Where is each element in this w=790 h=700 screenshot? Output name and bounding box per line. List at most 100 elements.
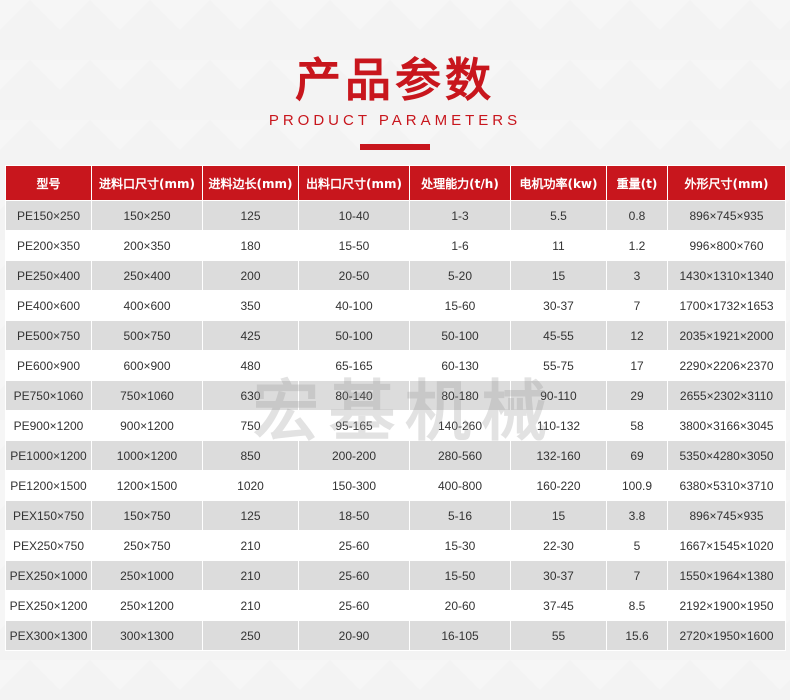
table-cell: 425 xyxy=(202,320,299,351)
table-row: PE150×250 150×250 125 10-40 1-3 5.5 0.8 896×745… xyxy=(5,200,786,231)
table-cell: 55-75 xyxy=(510,350,607,381)
table-cell: 2035×1921×2000 xyxy=(667,320,786,351)
table-cell: 850 xyxy=(202,440,299,471)
table-cell: 7 xyxy=(606,290,668,321)
table-cell: 15-50 xyxy=(409,560,511,591)
table-row: PEX250×1200 250×1200 210 25-60 20-60 37-45 8.5… xyxy=(5,590,786,621)
table-cell: PEX250×1200 xyxy=(5,590,92,621)
table-cell: PE250×400 xyxy=(5,260,92,291)
table-cell: 5-20 xyxy=(409,260,511,291)
table-row: PEX250×750 250×750 210 25-60 15-30 22-30 5 1667… xyxy=(5,530,786,561)
table-cell: 15.6 xyxy=(606,620,668,651)
table-cell: 160-220 xyxy=(510,470,607,501)
table-cell: 15 xyxy=(510,500,607,531)
table-cell: 250×400 xyxy=(91,260,203,291)
table-cell: PE750×1060 xyxy=(5,380,92,411)
table-row: PE600×900 600×900 480 65-165 60-130 55-75 17 22… xyxy=(5,350,786,381)
table-cell: 8.5 xyxy=(606,590,668,621)
table-cell: 250×1200 xyxy=(91,590,203,621)
table-cell: 30-37 xyxy=(510,560,607,591)
table-cell: 280-560 xyxy=(409,440,511,471)
table-cell: 15 xyxy=(510,260,607,291)
table-cell: 140-260 xyxy=(409,410,511,441)
table-cell: 750 xyxy=(202,410,299,441)
table-cell: 10-40 xyxy=(298,200,410,231)
table-cell: 7 xyxy=(606,560,668,591)
table-cell: PEX250×750 xyxy=(5,530,92,561)
table-cell: 90-110 xyxy=(510,380,607,411)
table-cell: 350 xyxy=(202,290,299,321)
table-cell: 125 xyxy=(202,500,299,531)
table-cell: 80-140 xyxy=(298,380,410,411)
table-cell: 45-55 xyxy=(510,320,607,351)
page-subtitle: PRODUCT PARAMETERS xyxy=(268,112,522,129)
table-cell: 150×750 xyxy=(91,500,203,531)
table-cell: 11 xyxy=(510,230,607,261)
table-cell: 250×750 xyxy=(91,530,203,561)
table-cell: 1020 xyxy=(202,470,299,501)
page-title: 产品参数 xyxy=(295,53,495,107)
table-cell: 17 xyxy=(606,350,668,381)
table-cell: 15-50 xyxy=(298,230,410,261)
table-cell: 50-100 xyxy=(298,320,410,351)
table-cell: 5350×4280×3050 xyxy=(667,440,786,471)
table-cell: PE400×600 xyxy=(5,290,92,321)
table-cell: 250×1000 xyxy=(91,560,203,591)
table-cell: PE200×350 xyxy=(5,230,92,261)
table-row: PE1200×1500 1200×1500 1020 150-300 400-800 16… xyxy=(5,470,786,501)
table-cell: 1550×1964×1380 xyxy=(667,560,786,591)
table-row: PEX250×1000 250×1000 210 25-60 15-50 30-37 7 15… xyxy=(5,560,786,591)
table-cell: PE150×250 xyxy=(5,200,92,231)
table-cell: 1-6 xyxy=(409,230,511,261)
table-cell: 60-130 xyxy=(409,350,511,381)
table-cell: 300×1300 xyxy=(91,620,203,651)
table-cell: 16-105 xyxy=(409,620,511,651)
table-cell: 1430×1310×1340 xyxy=(667,260,786,291)
table-cell: 210 xyxy=(202,530,299,561)
table-cell: 400-800 xyxy=(409,470,511,501)
table-cell: PE900×1200 xyxy=(5,410,92,441)
table-cell: 20-60 xyxy=(409,590,511,621)
table-cell: 25-60 xyxy=(298,590,410,621)
table-cell: 50-100 xyxy=(409,320,511,351)
table-cell: 996×800×760 xyxy=(667,230,786,261)
table-cell: 3800×3166×3045 xyxy=(667,410,786,441)
table-cell: 896×745×935 xyxy=(667,200,786,231)
table-cell: 69 xyxy=(606,440,668,471)
parameters-table: 型号 进料口尺寸(mm) 进料边长(mm) 出料口尺寸(mm) 处理能力(t/h) 电机功… xyxy=(5,165,786,651)
table-header-row: 型号 进料口尺寸(mm) 进料边长(mm) 出料口尺寸(mm) 处理能力(t/h) 电机功… xyxy=(5,165,786,201)
table-cell: 250 xyxy=(202,620,299,651)
table-cell: 5.5 xyxy=(510,200,607,231)
table-cell: 29 xyxy=(606,380,668,411)
column-header: 型号 xyxy=(5,165,92,201)
table-cell: 80-180 xyxy=(409,380,511,411)
table-row: PEX150×750 150×750 125 18-50 5-16 15 3.8 896×74… xyxy=(5,500,786,531)
table-cell: 25-60 xyxy=(298,560,410,591)
table-cell: 2720×1950×1600 xyxy=(667,620,786,651)
table-cell: 200-200 xyxy=(298,440,410,471)
table-cell: 500×750 xyxy=(91,320,203,351)
table-cell: PEX250×1000 xyxy=(5,560,92,591)
table-cell: 1.2 xyxy=(606,230,668,261)
column-header: 处理能力(t/h) xyxy=(409,165,511,201)
table-cell: PE600×900 xyxy=(5,350,92,381)
table-cell: 12 xyxy=(606,320,668,351)
column-header: 外形尺寸(mm) xyxy=(667,165,786,201)
table-row: PE1000×1200 1000×1200 850 200-200 280-560 132… xyxy=(5,440,786,471)
table-cell: 95-165 xyxy=(298,410,410,441)
table-cell: 2192×1900×1950 xyxy=(667,590,786,621)
table-cell: 1200×1500 xyxy=(91,470,203,501)
table-row: PE400×600 400×600 350 40-100 15-60 30-37 7 1700… xyxy=(5,290,786,321)
table-cell: 3 xyxy=(606,260,668,291)
table-cell: 210 xyxy=(202,590,299,621)
table-row: PE750×1060 750×1060 630 80-140 80-180 90-110 2… xyxy=(5,380,786,411)
table-cell: 55 xyxy=(510,620,607,651)
table-cell: 630 xyxy=(202,380,299,411)
table-cell: PE1200×1500 xyxy=(5,470,92,501)
table-cell: 37-45 xyxy=(510,590,607,621)
table-cell: 1700×1732×1653 xyxy=(667,290,786,321)
table-cell: 30-37 xyxy=(510,290,607,321)
table-cell: 125 xyxy=(202,200,299,231)
table-cell: PEX150×750 xyxy=(5,500,92,531)
table-cell: 480 xyxy=(202,350,299,381)
